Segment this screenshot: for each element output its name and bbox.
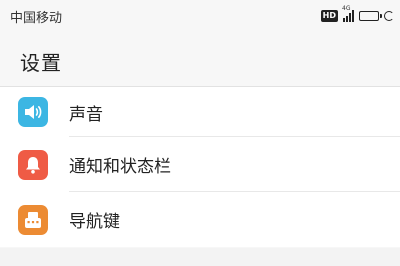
speaker-icon bbox=[18, 97, 48, 127]
status-icons: HD 4G bbox=[320, 5, 394, 22]
settings-item-label: 通知和状态栏 bbox=[69, 157, 171, 177]
battery-icon bbox=[359, 11, 382, 21]
page-title: 设置 bbox=[20, 51, 62, 75]
settings-list: 声音 通知和状态栏 导航键 bbox=[0, 87, 400, 247]
settings-item-label: 声音 bbox=[69, 104, 103, 125]
settings-screen: 中国移动 HD 4G 设置 声音 通知和状态栏 导航键 bbox=[0, 0, 400, 266]
carrier-label: 中国移动 bbox=[10, 10, 63, 26]
charging-ring-icon bbox=[384, 11, 394, 21]
settings-item-label: 导航键 bbox=[69, 212, 120, 232]
list-bottom-area bbox=[0, 248, 400, 266]
settings-item-navigation-keys[interactable]: 导航键 bbox=[0, 192, 400, 247]
navigation-keys-icon bbox=[18, 204, 48, 235]
settings-item-sound[interactable]: 声音 bbox=[0, 87, 400, 137]
bell-icon bbox=[18, 149, 48, 180]
status-bar: 中国移动 HD 4G bbox=[0, 0, 400, 32]
signal-icon: 4G bbox=[342, 5, 354, 22]
settings-item-notifications[interactable]: 通知和状态栏 bbox=[0, 137, 400, 192]
hd-badge-icon: HD bbox=[320, 10, 338, 22]
network-type-label: 4G bbox=[342, 5, 351, 12]
